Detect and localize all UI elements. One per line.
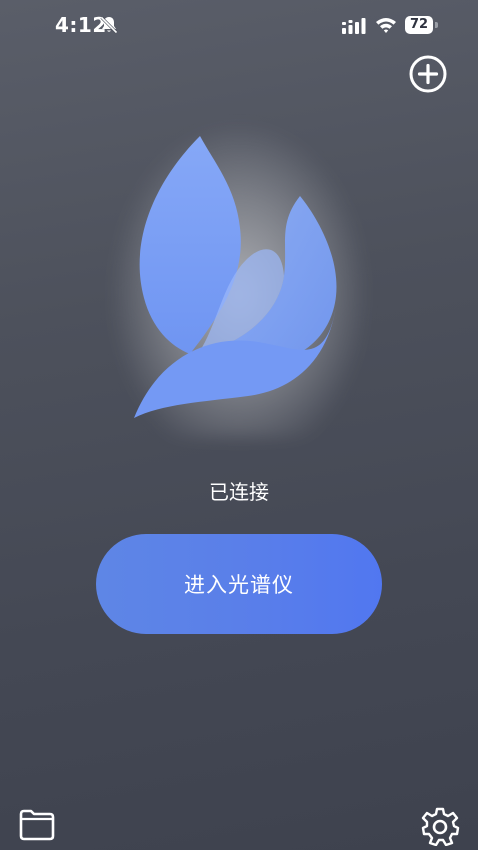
enter-button-label: 进入光谱仪 <box>184 573 294 597</box>
gear-icon[interactable] <box>420 806 460 846</box>
app-screen: 4:12 72 已连接 进入光谱仪 <box>0 0 478 850</box>
status-bar: 4:12 72 <box>0 0 478 52</box>
battery-cap <box>435 22 438 28</box>
connection-status: 已连接 <box>209 480 269 504</box>
enter-spectrometer-button[interactable]: 进入光谱仪 <box>96 534 382 634</box>
battery-level: 72 <box>409 17 429 32</box>
wifi-icon <box>376 18 396 33</box>
plus-circle-icon[interactable] <box>408 54 448 94</box>
folder-icon[interactable] <box>18 808 56 842</box>
bell-off-icon <box>100 16 118 34</box>
signal-icon <box>342 18 366 34</box>
battery-icon: 72 <box>405 16 433 34</box>
flame-bird-logo <box>134 136 337 418</box>
